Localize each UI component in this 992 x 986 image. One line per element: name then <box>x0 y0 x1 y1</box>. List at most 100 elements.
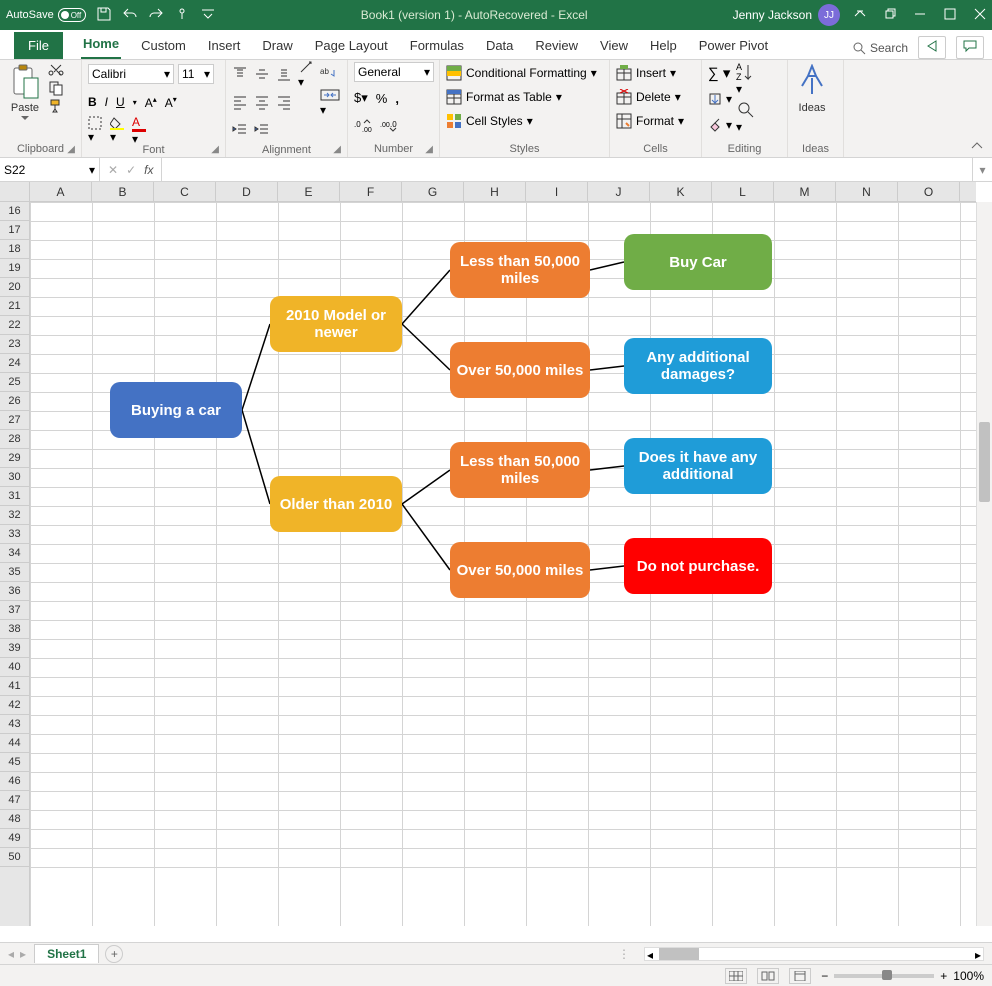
ideas-button[interactable]: Ideas <box>794 62 830 116</box>
italic-button[interactable]: I <box>105 95 108 109</box>
row-header[interactable]: 23 <box>0 335 29 354</box>
merge-icon[interactable]: ▾ <box>320 87 340 117</box>
tab-view[interactable]: View <box>598 32 630 59</box>
align-bottom-icon[interactable] <box>276 66 292 82</box>
sort-filter-icon[interactable]: AZ▾ <box>736 62 756 96</box>
maximize-icon[interactable] <box>944 8 956 23</box>
row-header[interactable]: 42 <box>0 696 29 715</box>
dialog-launcher-icon[interactable]: ◢ <box>67 144 75 155</box>
percent-icon[interactable]: % <box>376 91 388 106</box>
col-header[interactable]: E <box>278 182 340 201</box>
fx-icon[interactable]: fx <box>144 163 153 177</box>
tab-draw[interactable]: Draw <box>260 32 294 59</box>
row-header[interactable]: 16 <box>0 202 29 221</box>
page-break-view-icon[interactable] <box>789 968 811 984</box>
flowchart-shape[interactable]: Buying a car <box>110 382 242 438</box>
flowchart-shape[interactable]: Less than 50,000 miles <box>450 242 590 298</box>
zoom-slider[interactable] <box>834 974 934 978</box>
format-as-table-button[interactable]: Format as Table ▾ <box>446 86 562 108</box>
row-header[interactable]: 30 <box>0 468 29 487</box>
copy-icon[interactable] <box>48 80 64 96</box>
conditional-formatting-button[interactable]: Conditional Formatting ▾ <box>446 62 597 84</box>
connector-line[interactable] <box>402 324 450 370</box>
connector-line[interactable] <box>590 366 624 370</box>
col-header[interactable]: N <box>836 182 898 201</box>
find-select-icon[interactable]: ▾ <box>736 100 756 134</box>
dialog-launcher-icon[interactable]: ◢ <box>211 144 219 155</box>
bold-button[interactable]: B <box>88 95 97 109</box>
qat-more-icon[interactable] <box>200 6 216 25</box>
tab-help[interactable]: Help <box>648 32 679 59</box>
ribbon-options-icon[interactable] <box>854 8 866 23</box>
name-box[interactable]: S22▾ <box>0 158 100 181</box>
col-header[interactable]: K <box>650 182 712 201</box>
row-header[interactable]: 41 <box>0 677 29 696</box>
col-header[interactable]: C <box>154 182 216 201</box>
col-header[interactable]: L <box>712 182 774 201</box>
number-format-combo[interactable]: General▾ <box>354 62 434 82</box>
col-header[interactable]: H <box>464 182 526 201</box>
zoom-level[interactable]: 100% <box>953 969 984 983</box>
collapse-ribbon-icon[interactable] <box>970 139 984 153</box>
grow-font-icon[interactable]: A▴ <box>145 95 157 110</box>
row-header[interactable]: 25 <box>0 373 29 392</box>
decrease-decimal-icon[interactable]: .00.0 <box>380 119 398 133</box>
flowchart-shape[interactable]: Over 50,000 miles <box>450 342 590 398</box>
tab-split-icon[interactable]: ⋮ <box>612 947 636 961</box>
paste-button[interactable]: Paste <box>6 62 44 122</box>
align-left-icon[interactable] <box>232 94 248 110</box>
row-header[interactable]: 35 <box>0 563 29 582</box>
decrease-indent-icon[interactable] <box>232 122 248 138</box>
dialog-launcher-icon[interactable]: ◢ <box>425 144 433 155</box>
borders-icon[interactable]: ▾ <box>88 116 102 144</box>
scroll-left-icon[interactable]: ◂ <box>647 948 653 962</box>
zoom-out-button[interactable]: − <box>821 969 828 983</box>
font-size-combo[interactable]: 11▾ <box>178 64 214 84</box>
tab-page-layout[interactable]: Page Layout <box>313 32 390 59</box>
col-header[interactable]: B <box>92 182 154 201</box>
flowchart-shape[interactable]: Buy Car <box>624 234 772 290</box>
touch-icon[interactable] <box>174 6 190 25</box>
row-header[interactable]: 48 <box>0 810 29 829</box>
format-painter-icon[interactable] <box>48 98 64 114</box>
col-header[interactable]: J <box>588 182 650 201</box>
connector-line[interactable] <box>590 466 624 470</box>
align-top-icon[interactable] <box>232 66 248 82</box>
row-header[interactable]: 49 <box>0 829 29 848</box>
connector-line[interactable] <box>242 410 270 504</box>
row-header[interactable]: 39 <box>0 639 29 658</box>
currency-icon[interactable]: $▾ <box>354 90 368 106</box>
increase-indent-icon[interactable] <box>254 122 270 138</box>
orientation-icon[interactable]: ▾ <box>298 59 314 89</box>
row-header[interactable]: 33 <box>0 525 29 544</box>
page-layout-view-icon[interactable] <box>757 968 779 984</box>
row-header[interactable]: 50 <box>0 848 29 867</box>
select-all-button[interactable] <box>0 182 30 201</box>
row-header[interactable]: 19 <box>0 259 29 278</box>
row-header[interactable]: 21 <box>0 297 29 316</box>
cancel-icon[interactable]: ✕ <box>108 163 118 177</box>
clear-icon[interactable]: ▾ <box>708 114 732 136</box>
col-header[interactable]: M <box>774 182 836 201</box>
row-header[interactable]: 28 <box>0 430 29 449</box>
row-header[interactable]: 17 <box>0 221 29 240</box>
zoom-in-button[interactable]: + <box>940 969 947 983</box>
insert-cells-button[interactable]: Insert ▾ <box>616 62 676 84</box>
row-header[interactable]: 43 <box>0 715 29 734</box>
cell-styles-button[interactable]: Cell Styles ▾ <box>446 110 533 132</box>
search-box[interactable]: Search <box>852 41 908 55</box>
tab-review[interactable]: Review <box>533 32 580 59</box>
undo-icon[interactable] <box>122 6 138 25</box>
row-header[interactable]: 47 <box>0 791 29 810</box>
tab-power-pivot[interactable]: Power Pivot <box>697 32 770 59</box>
normal-view-icon[interactable] <box>725 968 747 984</box>
restore-icon[interactable] <box>884 8 896 23</box>
wrap-text-icon[interactable]: ab <box>320 66 340 82</box>
connector-line[interactable] <box>590 566 624 570</box>
row-header[interactable]: 29 <box>0 449 29 468</box>
font-name-combo[interactable]: Calibri▾ <box>88 64 174 84</box>
comma-icon[interactable]: , <box>395 91 399 106</box>
row-header[interactable]: 37 <box>0 601 29 620</box>
share-button[interactable] <box>918 36 946 59</box>
col-header[interactable]: A <box>30 182 92 201</box>
